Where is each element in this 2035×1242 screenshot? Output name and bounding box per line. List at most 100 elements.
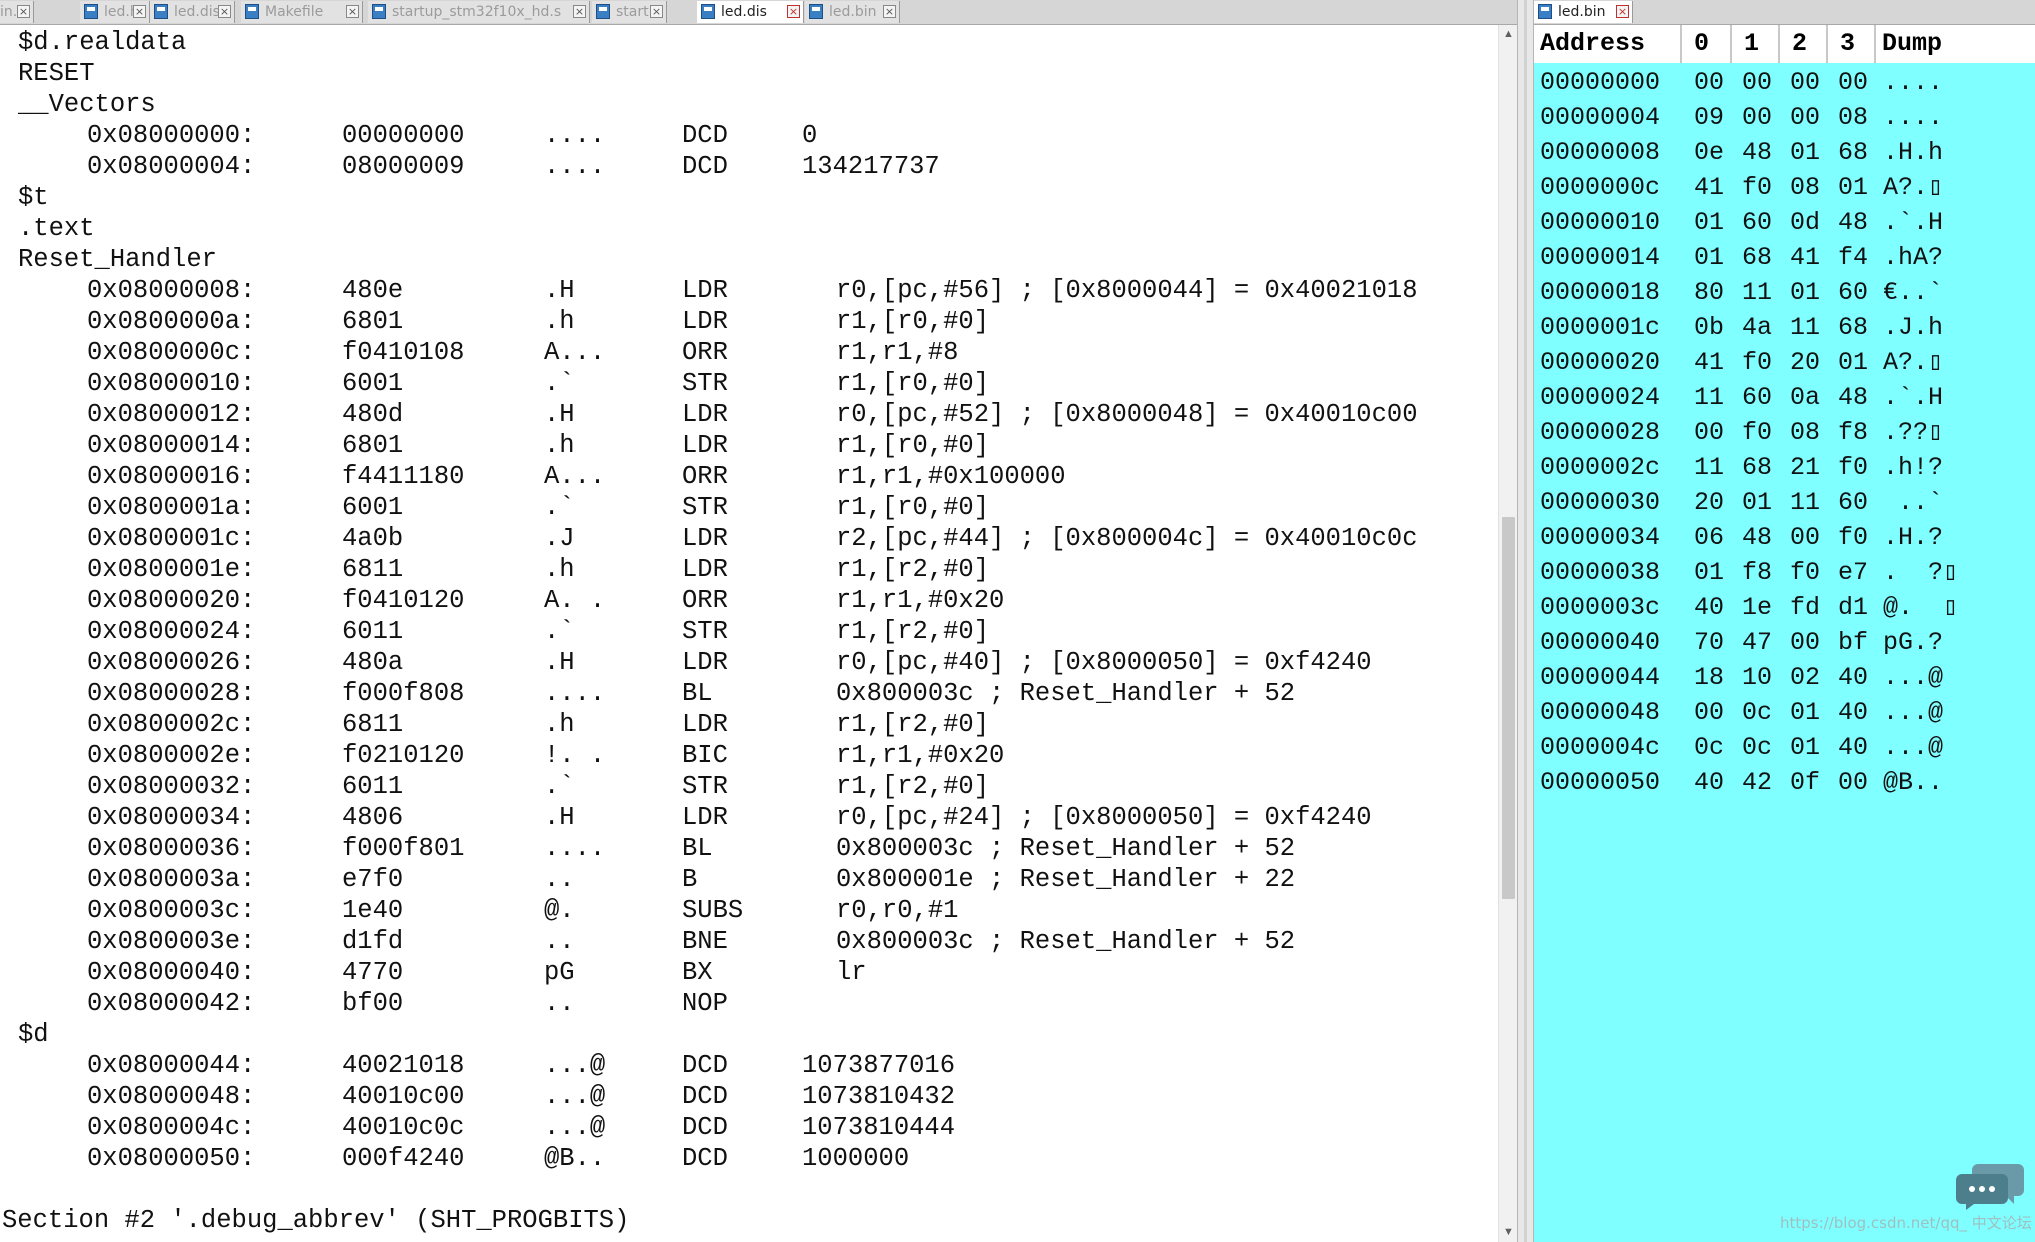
close-icon[interactable]: × (133, 5, 146, 18)
hex-byte[interactable]: 00 (1838, 765, 1868, 800)
tab-in-c[interactable]: in.c × (0, 1, 34, 23)
hex-byte[interactable]: 01 (1790, 135, 1820, 170)
hex-byte[interactable]: e7 (1838, 555, 1868, 590)
hex-byte[interactable]: f0 (1742, 345, 1772, 380)
hex-byte[interactable]: 01 (1742, 485, 1772, 520)
close-icon[interactable]: × (787, 5, 800, 18)
chat-bubble-icon[interactable] (1956, 1160, 2026, 1210)
hex-byte[interactable]: 11 (1790, 310, 1820, 345)
hex-column-header[interactable]: 3 (1828, 25, 1876, 63)
hex-byte[interactable]: 0e (1694, 135, 1724, 170)
hex-byte[interactable]: 48 (1742, 520, 1772, 555)
hex-byte[interactable]: 60 (1838, 485, 1868, 520)
hex-byte[interactable]: 40 (1694, 590, 1724, 625)
hex-byte[interactable]: 01 (1790, 695, 1820, 730)
hex-byte[interactable]: 02 (1790, 660, 1820, 695)
close-icon[interactable]: × (1616, 5, 1629, 18)
hex-byte[interactable]: 10 (1742, 660, 1772, 695)
hex-byte[interactable]: 48 (1742, 135, 1772, 170)
hex-byte[interactable]: 0a (1790, 380, 1820, 415)
hex-byte[interactable]: 01 (1694, 555, 1724, 590)
hex-byte[interactable]: 08 (1838, 100, 1868, 135)
close-icon[interactable]: × (573, 5, 586, 18)
tab-led-bin[interactable]: led.bin × (805, 1, 900, 23)
hex-byte[interactable]: 00 (1790, 520, 1820, 555)
hex-byte[interactable]: 20 (1694, 485, 1724, 520)
hex-byte[interactable]: 08 (1790, 415, 1820, 450)
tab-start-s[interactable]: start.s × (592, 1, 667, 23)
hex-byte[interactable]: 48 (1838, 380, 1868, 415)
hex-byte[interactable]: 0d (1790, 205, 1820, 240)
close-icon[interactable]: × (17, 5, 30, 18)
hex-byte[interactable]: 41 (1694, 345, 1724, 380)
hex-byte[interactable]: 42 (1742, 765, 1772, 800)
editor-vertical-scrollbar[interactable]: ▲ ▼ (1498, 25, 1518, 1242)
hex-byte[interactable]: 80 (1694, 275, 1724, 310)
tab-led-h[interactable]: led.h × (80, 1, 150, 23)
hex-byte[interactable]: 40 (1694, 765, 1724, 800)
hex-column-header[interactable]: 1 (1732, 25, 1780, 63)
hex-byte[interactable]: bf (1838, 625, 1868, 660)
hex-byte[interactable]: f8 (1838, 415, 1868, 450)
hex-byte[interactable]: 00 (1742, 65, 1772, 100)
hex-byte[interactable]: f0 (1838, 450, 1868, 485)
hex-byte[interactable]: 0b (1694, 310, 1724, 345)
hex-byte[interactable]: 47 (1742, 625, 1772, 660)
hex-viewer[interactable]: Address 0 1 2 3 Dump 00000000 00 00 00 00.... 0000… (1534, 25, 2035, 1242)
hex-column-header[interactable]: 2 (1780, 25, 1828, 63)
hex-byte[interactable]: 01 (1838, 170, 1868, 205)
tab-makefile[interactable]: Makefile × (241, 1, 363, 23)
hex-byte[interactable]: 11 (1694, 450, 1724, 485)
tab-startup-stm32f10x-hd-s[interactable]: startup_stm32f10x_hd.s × (368, 1, 590, 23)
hex-byte[interactable]: 11 (1742, 275, 1772, 310)
hex-byte[interactable]: 4a (1742, 310, 1772, 345)
hex-byte[interactable]: 00 (1694, 415, 1724, 450)
hex-byte[interactable]: 68 (1838, 135, 1868, 170)
hex-byte[interactable]: 20 (1790, 345, 1820, 380)
scroll-down-arrow-icon[interactable]: ▼ (1499, 1223, 1518, 1242)
hex-byte[interactable]: 01 (1694, 240, 1724, 275)
close-icon[interactable]: × (650, 5, 663, 18)
hex-byte[interactable]: 00 (1742, 100, 1772, 135)
hex-byte[interactable]: 60 (1838, 275, 1868, 310)
hex-byte[interactable]: 00 (1790, 625, 1820, 660)
hex-byte[interactable]: 0f (1790, 765, 1820, 800)
disassembly-editor[interactable]: $d.realdata RESET __Vectors 0x08000000: 0000… (0, 25, 1498, 1242)
scroll-up-arrow-icon[interactable]: ▲ (1499, 25, 1518, 44)
hex-byte[interactable]: 18 (1694, 660, 1724, 695)
hex-byte[interactable]: 01 (1790, 730, 1820, 765)
hex-byte[interactable]: 0c (1742, 695, 1772, 730)
hex-byte[interactable]: f0 (1838, 520, 1868, 555)
hex-byte[interactable]: 0c (1742, 730, 1772, 765)
hex-byte[interactable]: 40 (1838, 695, 1868, 730)
hex-byte[interactable]: f4 (1838, 240, 1868, 275)
hex-byte[interactable]: 1e (1742, 590, 1772, 625)
close-icon[interactable]: × (218, 5, 231, 18)
hex-byte[interactable]: 60 (1742, 380, 1772, 415)
tab-right-led-bin[interactable]: led.bin × (1534, 1, 1633, 23)
scrollbar-thumb[interactable] (1502, 517, 1515, 899)
hex-byte[interactable]: 06 (1694, 520, 1724, 555)
hex-column-header[interactable]: Dump (1876, 25, 2035, 63)
hex-byte[interactable]: 41 (1790, 240, 1820, 275)
hex-byte[interactable]: 40 (1838, 660, 1868, 695)
hex-byte[interactable]: 68 (1838, 310, 1868, 345)
hex-byte[interactable]: 01 (1790, 275, 1820, 310)
hex-byte[interactable]: 00 (1790, 65, 1820, 100)
hex-byte[interactable]: 68 (1742, 240, 1772, 275)
hex-byte[interactable]: fd (1790, 590, 1820, 625)
hex-byte[interactable]: 48 (1838, 205, 1868, 240)
hex-byte[interactable]: 00 (1694, 65, 1724, 100)
hex-column-header[interactable]: 0 (1682, 25, 1732, 63)
close-icon[interactable]: × (883, 5, 896, 18)
hex-byte[interactable]: 09 (1694, 100, 1724, 135)
hex-byte[interactable]: 08 (1790, 170, 1820, 205)
hex-byte[interactable]: d1 (1838, 590, 1868, 625)
tab-led-dis[interactable]: led.dis × (697, 1, 804, 23)
hex-byte[interactable]: 68 (1742, 450, 1772, 485)
hex-byte[interactable]: 70 (1694, 625, 1724, 660)
hex-byte[interactable]: 60 (1742, 205, 1772, 240)
hex-byte[interactable]: 00 (1694, 695, 1724, 730)
hex-column-header[interactable]: Address (1534, 25, 1682, 63)
hex-byte[interactable]: 11 (1790, 485, 1820, 520)
